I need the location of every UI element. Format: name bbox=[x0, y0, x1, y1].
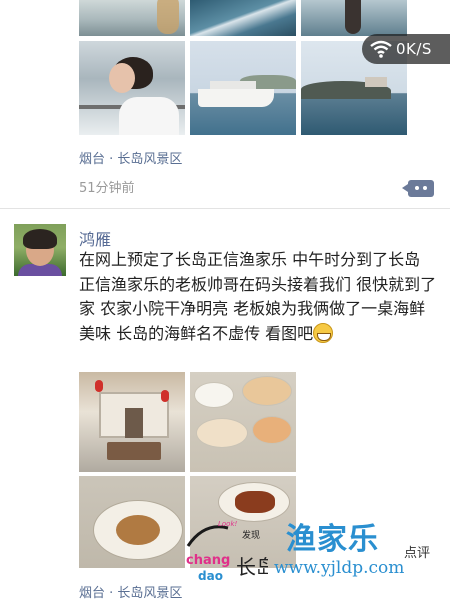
post-photo[interactable] bbox=[190, 41, 296, 135]
post-photo[interactable] bbox=[301, 0, 407, 36]
network-speed-text: 0K/S bbox=[396, 40, 432, 58]
post-photo[interactable] bbox=[79, 372, 185, 472]
post-photo[interactable] bbox=[79, 476, 185, 568]
grin-emoji-icon bbox=[313, 322, 334, 343]
post-text: 在网上预定了长岛正信渔家乐 中午时分到了长岛 正信渔家乐的老板帅哥在码头接着我们… bbox=[79, 248, 439, 346]
watermark: Look! 发现 chang dao 长岛 渔家乐 点评 www.yjldp.c… bbox=[176, 508, 450, 588]
avatar[interactable] bbox=[14, 224, 66, 276]
post-time: 51分钟前 bbox=[79, 181, 135, 196]
watermark-url: www.yjldp.com bbox=[274, 558, 405, 578]
post-location[interactable]: 烟台 · 长岛风景区 bbox=[79, 148, 182, 167]
post-text-body: 在网上预定了长岛正信渔家乐 中午时分到了长岛 正信渔家乐的老板帅哥在码头接着我们… bbox=[79, 250, 437, 343]
watermark-subtitle: 点评 bbox=[404, 546, 431, 561]
svg-text:chang: chang bbox=[186, 553, 230, 568]
wifi-icon bbox=[370, 40, 392, 58]
svg-text:长岛: 长岛 bbox=[236, 555, 268, 579]
post-photo[interactable] bbox=[190, 0, 296, 36]
svg-text:发现: 发现 bbox=[242, 529, 260, 541]
post-location[interactable]: 烟台 · 长岛风景区 bbox=[79, 582, 182, 600]
post-divider bbox=[0, 208, 450, 209]
watermark-logo-icon: Look! 发现 chang dao 长岛 bbox=[186, 520, 268, 583]
watermark-title: 渔家乐 bbox=[286, 522, 379, 557]
comment-button[interactable] bbox=[402, 180, 434, 197]
user-name[interactable]: 鸿雁 bbox=[79, 226, 111, 250]
network-speed-indicator: 0K/S bbox=[362, 34, 450, 64]
svg-text:Look!: Look! bbox=[218, 520, 238, 528]
post-photo[interactable] bbox=[190, 372, 296, 472]
post-photo[interactable] bbox=[79, 0, 185, 36]
svg-text:dao: dao bbox=[198, 569, 223, 583]
post-photo[interactable] bbox=[79, 41, 185, 135]
